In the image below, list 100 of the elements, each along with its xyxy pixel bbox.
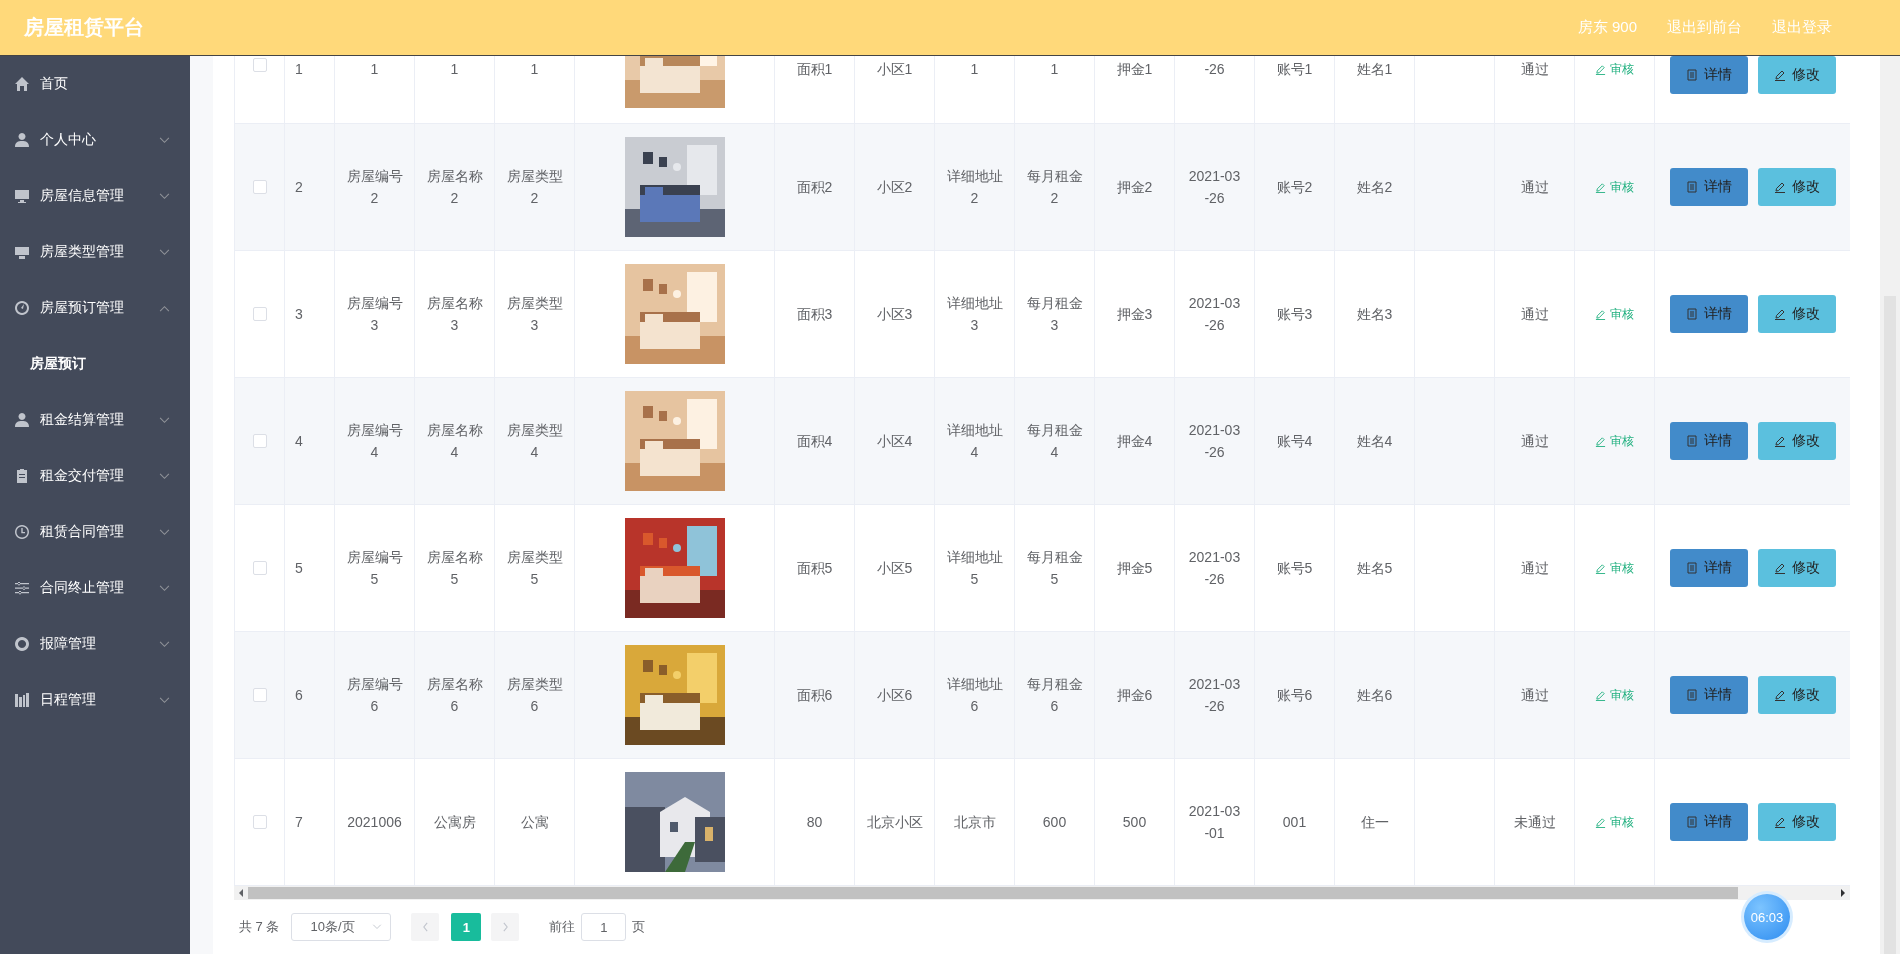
table-cell: 账号4 <box>1255 378 1335 504</box>
sliders-icon <box>14 580 30 596</box>
table-cell: 房屋类型3 <box>495 251 575 377</box>
ring-icon <box>14 636 30 652</box>
document-icon <box>1686 689 1698 701</box>
table-cell: 北京市 <box>935 759 1015 885</box>
pen-icon <box>1595 816 1606 828</box>
next-page-button[interactable] <box>491 913 520 941</box>
chevron-down-icon <box>372 924 383 930</box>
menu-item[interactable]: 合同终止管理 <box>40 579 159 597</box>
edit-button[interactable]: 修改 <box>1758 676 1836 714</box>
table-cell: 面积3 <box>775 251 855 377</box>
table-cell: 押金6 <box>1095 632 1175 758</box>
table-cell: 房屋编号6 <box>335 632 415 758</box>
table-cell: 小区6 <box>855 632 935 758</box>
menu-item[interactable]: 租金交付管理 <box>40 467 159 485</box>
page-input[interactable]: 1 <box>581 913 627 941</box>
table-cell: 5 <box>285 505 335 631</box>
menu-item[interactable]: 个人中心 <box>40 131 159 149</box>
table-cell: 押金3 <box>1095 251 1175 377</box>
table-cell: 押金1 <box>1095 56 1175 123</box>
detail-button[interactable]: 详情 <box>1670 549 1748 587</box>
edit-button[interactable]: 修改 <box>1758 803 1836 841</box>
gauge-icon <box>14 300 30 316</box>
menu-item[interactable]: 首页 <box>40 75 170 93</box>
table-cell: 账号5 <box>1255 505 1335 631</box>
menu-item[interactable]: 报障管理 <box>40 635 159 653</box>
table-cell: 详细地址2 <box>935 124 1015 250</box>
table-cell: 姓名2 <box>1335 124 1415 250</box>
status-cell: 未通过 <box>1495 759 1575 885</box>
document-icon <box>1686 435 1698 447</box>
status-cell: 通过 <box>1495 505 1575 631</box>
status-cell: 通过 <box>1495 56 1575 123</box>
menu-item[interactable]: 房屋预订管理 <box>40 299 159 317</box>
table-cell: 姓名3 <box>1335 251 1415 377</box>
pen-icon <box>1774 69 1786 81</box>
table-cell: 详细地址3 <box>935 251 1015 377</box>
row-checkbox[interactable] <box>252 688 267 702</box>
scroll-left-icon[interactable] <box>238 889 244 897</box>
edit-button[interactable]: 修改 <box>1758 56 1836 94</box>
table-cell: 押金2 <box>1095 124 1175 250</box>
row-checkbox[interactable] <box>252 58 267 72</box>
menu-item[interactable]: 租金结算管理 <box>40 411 159 429</box>
pen-icon <box>1774 689 1786 701</box>
edit-button[interactable]: 修改 <box>1758 295 1836 333</box>
table-cell: 每月租金3 <box>1015 251 1095 377</box>
table-cell: 3 <box>285 251 335 377</box>
detail-button[interactable]: 详情 <box>1670 295 1748 333</box>
table-cell: 1 <box>935 56 1015 123</box>
table-cell: 2021-03-26 <box>1175 378 1255 504</box>
prev-page-button[interactable] <box>411 913 440 941</box>
row-checkbox[interactable] <box>252 815 267 829</box>
scroll-right-icon[interactable] <box>1840 889 1846 897</box>
table-cell: 姓名6 <box>1335 632 1415 758</box>
table-cell: 房屋编号4 <box>335 378 415 504</box>
detail-button[interactable]: 详情 <box>1670 676 1748 714</box>
table-cell: 2 <box>285 124 335 250</box>
submenu-item[interactable]: 房屋预订 <box>30 355 86 373</box>
table-cell: 面积5 <box>775 505 855 631</box>
table-cell: 公寓房 <box>415 759 495 885</box>
table-cell: 账号3 <box>1255 251 1335 377</box>
table-cell: 面积2 <box>775 124 855 250</box>
status-cell: 通过 <box>1495 124 1575 250</box>
detail-button[interactable]: 详情 <box>1670 56 1748 94</box>
table-cell: 1 <box>1015 56 1095 123</box>
pen-icon <box>1595 435 1606 447</box>
row-checkbox[interactable] <box>252 561 267 575</box>
bar-chart-icon <box>14 692 30 708</box>
detail-button[interactable]: 详情 <box>1670 168 1748 206</box>
pen-icon <box>1595 63 1606 75</box>
table-cell: 1 <box>415 56 495 123</box>
menu-item[interactable]: 日程管理 <box>40 691 159 709</box>
table-cell: 详细地址4 <box>935 378 1015 504</box>
table-cell: 小区4 <box>855 378 935 504</box>
menu-item[interactable]: 房屋信息管理 <box>40 187 159 205</box>
page-size-select[interactable]: 10条/页 <box>291 913 392 941</box>
row-checkbox[interactable] <box>252 434 267 448</box>
table-cell: 小区2 <box>855 124 935 250</box>
edit-button[interactable]: 修改 <box>1758 422 1836 460</box>
menu-item[interactable]: 租赁合同管理 <box>40 523 159 541</box>
horizontal-scrollbar[interactable] <box>234 886 1850 900</box>
table-cell: 账号1 <box>1255 56 1335 123</box>
vertical-scrollbar[interactable] <box>1880 56 1900 954</box>
total-count: 共 7 条 <box>239 918 280 936</box>
table-cell: 详细地址5 <box>935 505 1015 631</box>
pen-icon <box>1595 181 1606 193</box>
row-checkbox[interactable] <box>252 180 267 194</box>
table-cell: 住一 <box>1335 759 1415 885</box>
user-icon <box>14 132 30 148</box>
row-checkbox[interactable] <box>252 307 267 321</box>
user-icon <box>14 412 30 428</box>
detail-button[interactable]: 详情 <box>1670 422 1748 460</box>
edit-button[interactable]: 修改 <box>1758 168 1836 206</box>
home-icon <box>14 76 30 92</box>
table-cell: 每月租金6 <box>1015 632 1095 758</box>
edit-button[interactable]: 修改 <box>1758 549 1836 587</box>
menu-item[interactable]: 房屋类型管理 <box>40 243 159 261</box>
detail-button[interactable]: 详情 <box>1670 803 1748 841</box>
document-icon <box>1686 562 1698 574</box>
table-cell: 房屋编号3 <box>335 251 415 377</box>
